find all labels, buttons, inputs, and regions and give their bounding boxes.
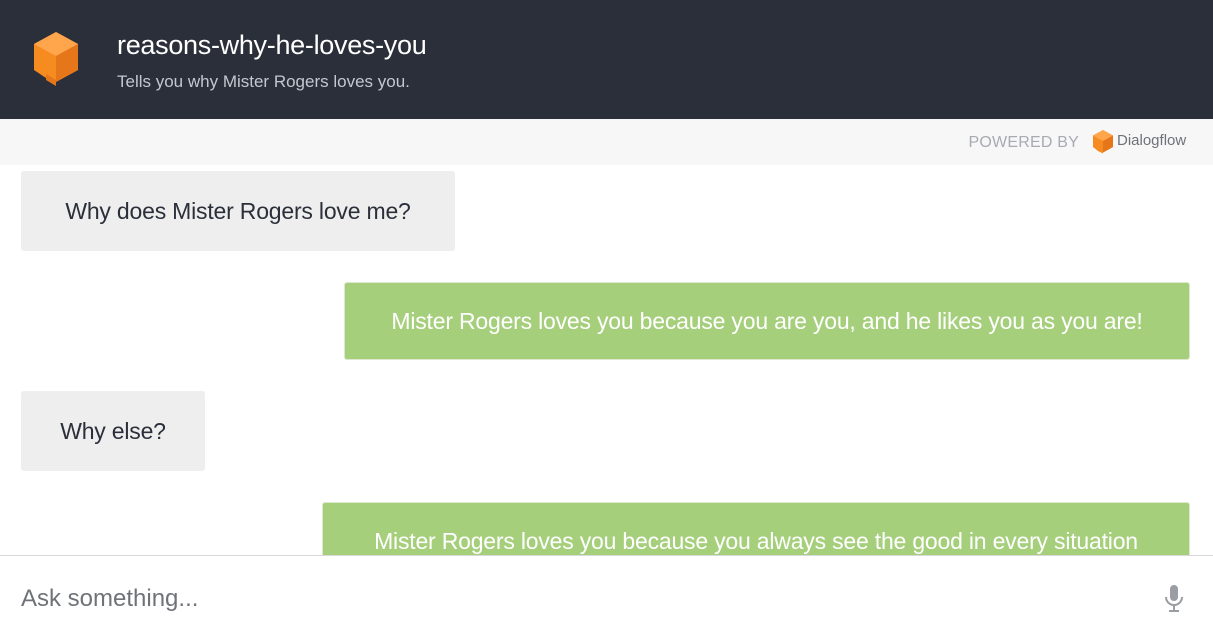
query-bar <box>0 555 1213 637</box>
microphone-icon[interactable] <box>1163 584 1185 614</box>
dialogflow-brand-link[interactable]: Dialogflow <box>1117 132 1186 149</box>
ask-input[interactable] <box>21 582 1121 616</box>
conversation-area[interactable]: Why does Mister Rogers love me? Mister R… <box>0 165 1213 555</box>
agent-description: Tells you why Mister Rogers loves you. <box>117 72 410 91</box>
app-header: reasons-why-he-loves-you Tells you why M… <box>0 0 1213 119</box>
dialogflow-logo-icon[interactable] <box>1092 129 1114 154</box>
powered-by-label: POWERED BY <box>968 134 1079 151</box>
bot-message: Mister Rogers loves you because you are … <box>344 282 1190 360</box>
user-message: Why does Mister Rogers love me? <box>21 171 455 251</box>
agent-name: reasons-why-he-loves-you <box>117 30 427 60</box>
dialogflow-cube-icon <box>34 32 78 86</box>
bot-message: Mister Rogers loves you because you alwa… <box>322 502 1190 555</box>
user-message: Why else? <box>21 391 205 471</box>
powered-by-bar: POWERED BY <box>0 119 1213 165</box>
